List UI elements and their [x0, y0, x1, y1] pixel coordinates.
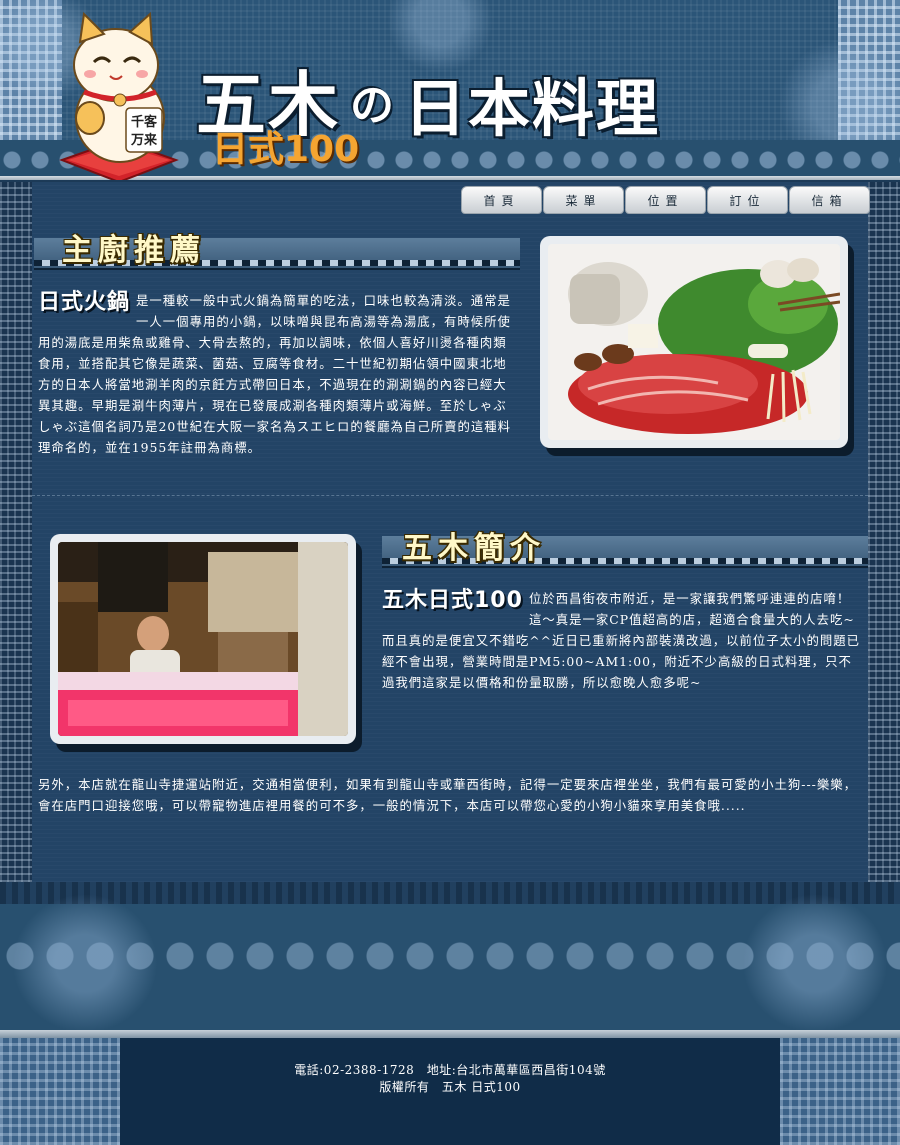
title-rest-text: 日本料理: [404, 72, 661, 145]
nav-menu[interactable]: 菜單: [543, 186, 624, 214]
svg-text:千客: 千客: [131, 114, 158, 130]
side-pattern-left: [0, 182, 32, 882]
lucky-cat-logo: 千客 万来: [59, 11, 179, 180]
about-lead-title: 五木日式100: [382, 588, 523, 613]
chef-section-title: 主廚推薦: [62, 233, 206, 268]
nav-reservation[interactable]: 訂位: [707, 186, 788, 214]
about-section-title: 五木簡介: [402, 531, 546, 566]
page: 千客 万来 五木 の 日本料理 日式100 首頁 菜單 位置 訂位 信箱 主廚推…: [0, 0, 900, 1145]
site-title: 五木 の 日本料理: [196, 40, 660, 140]
section-divider: [32, 495, 868, 496]
store-image: [58, 542, 348, 736]
title-no-text: の: [350, 80, 394, 131]
site-subtitle: 日式100: [212, 129, 360, 170]
side-pattern-right: [868, 182, 900, 882]
nav-location[interactable]: 位置: [625, 186, 706, 214]
nav-home[interactable]: 首頁: [461, 186, 542, 214]
footer-copyright: 版權所有 五木 日式100: [379, 1080, 521, 1094]
about-extra-paragraph: 另外，本店就在龍山寺捷運站附近，交通相當便利，如果有到龍山寺或華西街時，記得一定…: [38, 777, 857, 813]
footer-text: 電話:02-2388-1728 地址:台北市萬華區西昌街104號 版權所有 五木…: [0, 1062, 900, 1096]
footer-contact: 電話:02-2388-1728 地址:台北市萬華區西昌街104號: [294, 1063, 606, 1077]
chef-text: 是一種較一般中式火鍋為簡單的吃法，口味也較為清淡。通常是一人一個專用的小鍋，以味…: [38, 293, 512, 455]
bottom-decoration: [0, 882, 900, 1030]
hotpot-photo: [540, 236, 848, 448]
header-banner: 千客 万来 五木 の 日本料理 日式100: [0, 0, 900, 180]
main-nav: 首頁 菜單 位置 訂位 信箱: [461, 186, 870, 214]
chef-description: 日式火鍋 是一種較一般中式火鍋為簡單的吃法，口味也較為清淡。通常是一人一個專用的…: [38, 290, 518, 458]
hotpot-image: [548, 244, 840, 440]
nav-mailbox[interactable]: 信箱: [789, 186, 870, 214]
about-description: 五木日式100 位於西昌街夜市附近，是一家讓我們驚呼連連的店唷！這～真是一家CP…: [382, 588, 862, 693]
svg-text:万来: 万来: [130, 132, 158, 148]
chef-lead-title: 日式火鍋: [38, 290, 131, 315]
store-photo: [50, 534, 356, 744]
